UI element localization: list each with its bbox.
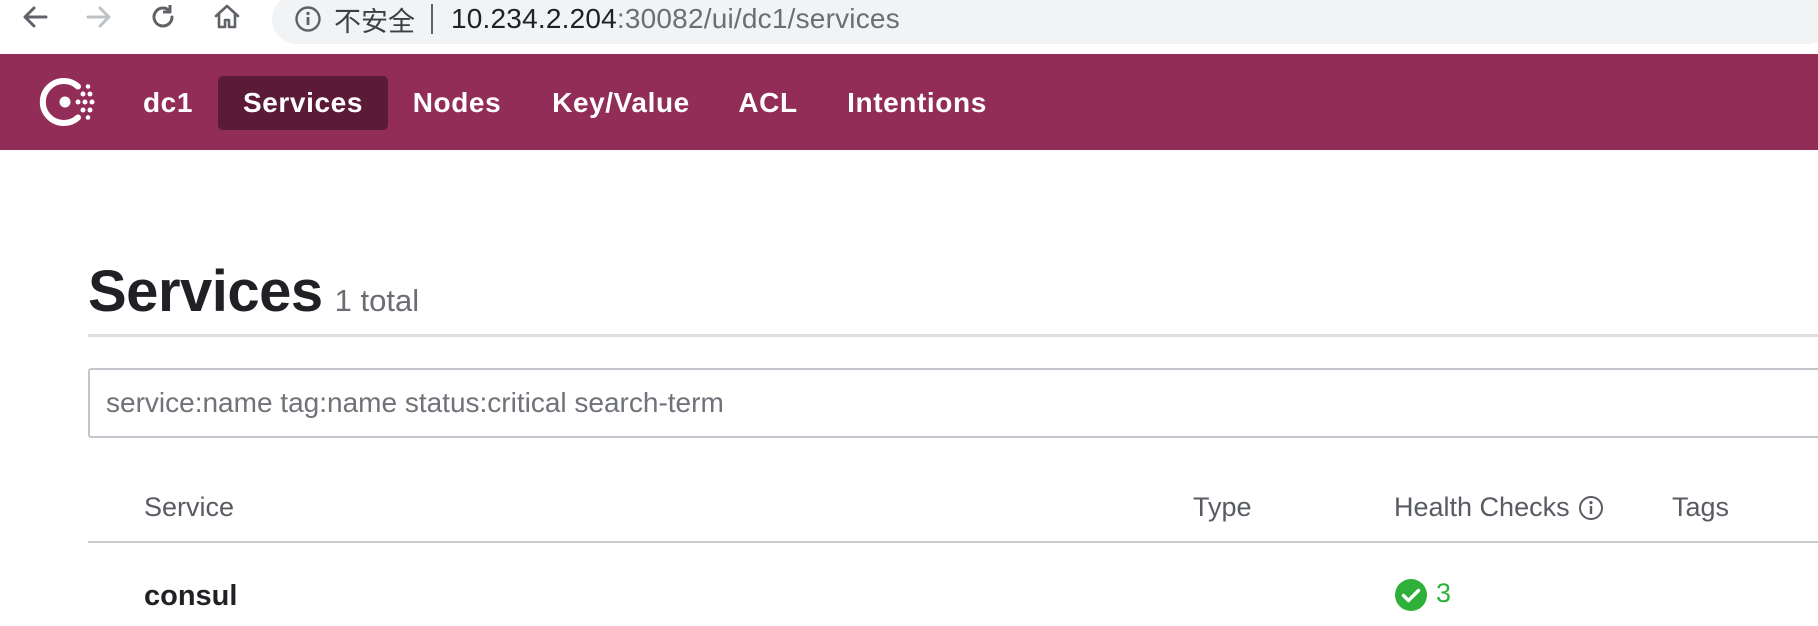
address-bar[interactable]: 不安全 10.234.2.204:30082/ui/dc1/services xyxy=(272,0,1818,44)
home-icon[interactable] xyxy=(212,2,242,32)
column-header-tags[interactable]: Tags xyxy=(1672,492,1729,523)
back-arrow-icon[interactable] xyxy=(20,2,50,32)
title-divider xyxy=(88,334,1818,337)
total-count: 1 total xyxy=(334,283,420,318)
health-info-icon[interactable] xyxy=(1578,495,1604,521)
nav-acl[interactable]: ACL xyxy=(730,76,806,130)
nav-intentions[interactable]: Intentions xyxy=(834,76,1000,130)
column-header-type[interactable]: Type xyxy=(1193,492,1252,523)
passing-count: 3 xyxy=(1436,578,1452,608)
search-input[interactable] xyxy=(88,368,1818,438)
top-navigation: dc1 Services Nodes Key/Value ACL Intenti… xyxy=(0,54,1818,150)
browser-toolbar: 不安全 10.234.2.204:30082/ui/dc1/services xyxy=(0,0,1818,54)
service-name[interactable]: consul xyxy=(144,580,237,613)
security-label: 不安全 xyxy=(334,6,415,38)
url-path: :30082/ui/dc1/services xyxy=(616,3,900,34)
forward-arrow-icon[interactable] xyxy=(84,2,114,32)
consul-logo[interactable] xyxy=(38,74,96,130)
health-checks-cell: 3 xyxy=(1394,578,1451,617)
nav-key-value[interactable]: Key/Value xyxy=(540,76,702,130)
page-title: Services xyxy=(88,259,323,324)
table-row[interactable]: consul 3 xyxy=(88,560,1818,626)
reload-icon[interactable] xyxy=(148,2,178,32)
health-checks-label: Health Checks xyxy=(1394,492,1570,522)
table-header-divider xyxy=(88,541,1818,543)
url-text: 10.234.2.204:30082/ui/dc1/services xyxy=(451,3,900,35)
url-host: 10.234.2.204 xyxy=(451,3,617,34)
page-header: Services 1 total xyxy=(88,258,419,325)
column-header-health-checks[interactable]: Health Checks xyxy=(1394,492,1604,523)
column-header-service[interactable]: Service xyxy=(144,492,234,523)
datacenter-selector[interactable]: dc1 xyxy=(130,76,206,130)
address-separator xyxy=(431,4,433,34)
check-circle-icon xyxy=(1394,578,1428,617)
nav-services[interactable]: Services xyxy=(218,76,388,130)
nav-nodes[interactable]: Nodes xyxy=(404,76,510,130)
info-icon[interactable] xyxy=(294,5,322,33)
